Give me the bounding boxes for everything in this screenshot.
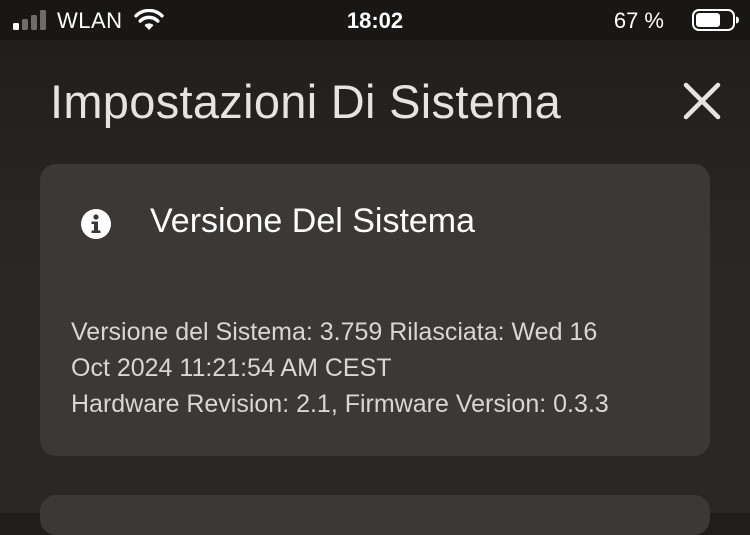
version-line: Versione del Sistema: 3.759 Rilasciata: … (71, 318, 598, 346)
next-card (40, 495, 710, 535)
info-icon (81, 209, 111, 239)
card-title: Versione Del Sistema (150, 202, 476, 240)
battery-percent: 67 % (613, 8, 664, 33)
system-version-card: Versione Del Sistema Versione del Sistem… (40, 164, 710, 456)
card-body: Versione del Sistema: 3.759 Rilasciata: … (71, 314, 691, 422)
release-date-line: Oct 2024 11:21:54 AM CEST (71, 354, 392, 382)
page-title: Impostazioni Di Sistema (50, 75, 562, 128)
hardware-firmware-line: Hardware Revision: 2.1, Firmware Version… (71, 390, 609, 418)
battery-icon (692, 9, 739, 31)
status-bar: WLAN 18:02 67 % (0, 0, 750, 40)
close-icon[interactable] (680, 79, 724, 123)
